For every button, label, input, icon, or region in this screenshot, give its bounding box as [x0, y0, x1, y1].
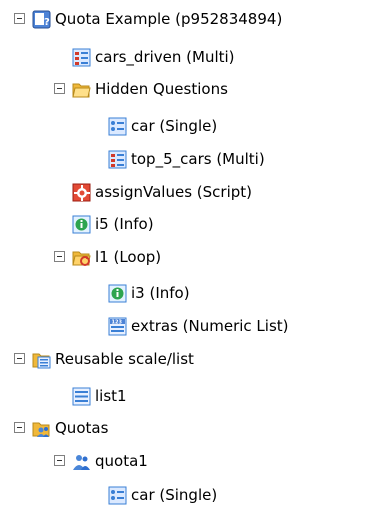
tree-node-reusable[interactable]: Reusable scale/list	[32, 346, 195, 372]
tree-node-label: cars_driven (Multi)	[95, 48, 235, 66]
tree-node-extras[interactable]: 123 extras (Numeric List)	[108, 313, 290, 339]
tree-node-quota-car[interactable]: car (Single)	[108, 482, 218, 508]
tree-node-cars-driven[interactable]: cars_driven (Multi)	[72, 44, 236, 70]
tree-node-label: Quotas	[55, 419, 109, 437]
collapse-toggle-hidden-questions[interactable]	[54, 83, 65, 94]
tree-node-label: list1	[95, 387, 127, 405]
list-icon	[72, 387, 91, 406]
tree-node-root[interactable]: ? Quota Example (p952834894)	[32, 6, 283, 32]
survey-icon: ?	[32, 10, 51, 29]
quotas-folder-icon	[32, 419, 51, 438]
info-icon	[72, 215, 91, 234]
tree-node-assign-values[interactable]: assignValues (Script)	[72, 179, 253, 205]
svg-text:123: 123	[112, 319, 123, 325]
folder-open-icon	[72, 80, 91, 99]
survey-tree: ? Quota Example (p952834894) cars_driven…	[0, 0, 365, 512]
tree-node-label: i5 (Info)	[95, 215, 154, 233]
collapse-toggle-reusable[interactable]	[14, 353, 25, 364]
reusable-list-folder-icon	[32, 350, 51, 369]
collapse-toggle-quota1[interactable]	[54, 455, 65, 466]
tree-node-l1[interactable]: l1 (Loop)	[72, 244, 162, 270]
tree-node-label: Hidden Questions	[95, 80, 228, 98]
collapse-toggle-quotas[interactable]	[14, 422, 25, 433]
tree-node-label: i3 (Info)	[131, 284, 190, 302]
single-question-icon	[108, 117, 127, 136]
tree-node-i3[interactable]: i3 (Info)	[108, 280, 191, 306]
tree-node-quota1[interactable]: quota1	[72, 448, 149, 474]
collapse-toggle-l1[interactable]	[54, 251, 65, 262]
tree-node-car[interactable]: car (Single)	[108, 113, 218, 139]
multi-question-icon	[108, 150, 127, 169]
tree-node-label: Quota Example (p952834894)	[55, 10, 283, 28]
collapse-toggle-root[interactable]	[14, 13, 25, 24]
info-icon	[108, 284, 127, 303]
single-question-icon	[108, 486, 127, 505]
tree-node-quotas[interactable]: Quotas	[32, 415, 109, 441]
tree-node-hidden-questions[interactable]: Hidden Questions	[72, 76, 229, 102]
tree-node-label: quota1	[95, 452, 148, 470]
tree-node-label: assignValues (Script)	[95, 183, 253, 201]
multi-question-icon	[72, 48, 91, 67]
svg-text:?: ?	[44, 17, 50, 28]
tree-node-label: car (Single)	[131, 486, 218, 504]
users-icon	[72, 452, 91, 471]
loop-folder-icon	[72, 248, 91, 267]
numeric-list-icon: 123	[108, 317, 127, 336]
tree-node-label: extras (Numeric List)	[131, 317, 289, 335]
tree-node-label: l1 (Loop)	[95, 248, 162, 266]
tree-node-list1[interactable]: list1	[72, 383, 128, 409]
script-gear-icon	[72, 183, 91, 202]
tree-node-i5[interactable]: i5 (Info)	[72, 211, 155, 237]
tree-node-label: top_5_cars (Multi)	[131, 150, 265, 168]
tree-node-top-5-cars[interactable]: top_5_cars (Multi)	[108, 146, 266, 172]
tree-node-label: car (Single)	[131, 117, 218, 135]
tree-node-label: Reusable scale/list	[55, 350, 194, 368]
